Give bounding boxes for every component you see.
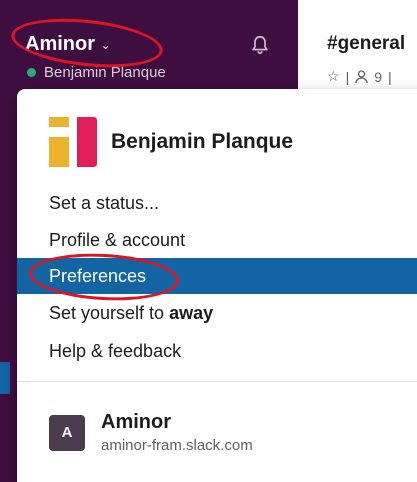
slack-window: Aminor ⌄ Benjamin Planque #general ☆ | 9…	[0, 0, 417, 482]
presence-dot	[27, 68, 36, 77]
menu-profile-header[interactable]: Benjamin Planque	[49, 117, 293, 167]
menu-profile-name: Benjamin Planque	[111, 130, 294, 153]
menu-divider	[17, 381, 417, 382]
current-user-name: Benjamin Planque	[44, 64, 166, 81]
bell-icon[interactable]	[249, 34, 271, 56]
workspace-switcher[interactable]: Aminor ⌄	[25, 33, 110, 56]
meta-separator-2: |	[388, 68, 392, 85]
members-icon[interactable]	[355, 69, 368, 84]
workspace-entry-domain: aminor-fram.slack.com	[101, 437, 253, 454]
meta-separator: |	[345, 68, 350, 85]
star-icon[interactable]: ☆	[327, 68, 340, 85]
menu-item-set-away[interactable]: Set yourself to away	[17, 295, 417, 331]
menu-item-preferences[interactable]: Preferences	[17, 258, 417, 294]
workspace-logo	[49, 117, 97, 167]
menu-item-help-feedback[interactable]: Help & feedback	[17, 333, 417, 369]
sidebar-selected-indicator	[0, 362, 10, 394]
member-count: 9	[374, 68, 382, 85]
menu-workspace-entry[interactable]: A Aminor aminor-fram.slack.com	[49, 411, 253, 454]
chevron-down-icon: ⌄	[101, 40, 111, 52]
channel-title[interactable]: #general	[327, 33, 405, 55]
current-user[interactable]: Benjamin Planque	[27, 64, 166, 81]
workspace-name: Aminor	[25, 33, 95, 55]
menu-item-profile-account[interactable]: Profile & account	[17, 222, 417, 258]
menu-item-set-status[interactable]: Set a status...	[17, 185, 417, 221]
workspace-avatar: A	[49, 414, 85, 451]
workspace-menu: Benjamin Planque Set a status... Profile…	[17, 89, 417, 482]
workspace-entry-name: Aminor	[101, 411, 171, 433]
channel-meta: ☆ | 9 |	[327, 68, 392, 85]
